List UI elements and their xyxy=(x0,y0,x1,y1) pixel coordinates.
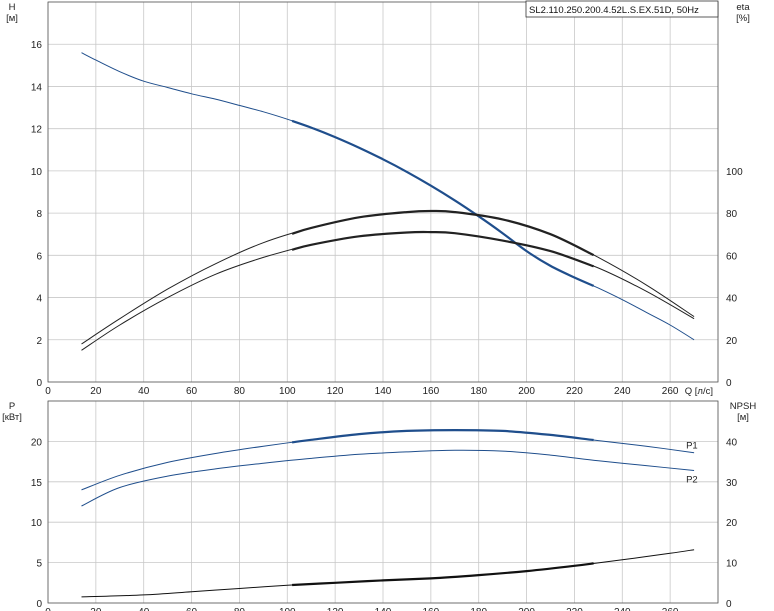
y-left-tick-label: 0 xyxy=(36,378,42,389)
series-bold-P1 xyxy=(291,428,594,444)
x-tick-label: 60 xyxy=(186,607,198,611)
y-right-axis-title: NPSH xyxy=(730,401,757,412)
y-right-axis-unit: [м] xyxy=(737,412,749,423)
series-label-P1: P1 xyxy=(686,441,698,452)
x-tick-label: 80 xyxy=(234,386,246,397)
series-label-P2: P2 xyxy=(686,474,698,485)
y-right-tick-label: 0 xyxy=(726,378,732,389)
x-tick-label: 60 xyxy=(186,386,198,397)
x-tick-label: 140 xyxy=(375,386,392,397)
x-tick-label: 220 xyxy=(566,386,583,397)
y-right-tick-label: 60 xyxy=(726,251,738,262)
x-tick-label: 100 xyxy=(279,607,296,611)
series-bold-NPSH xyxy=(292,562,594,587)
y-left-tick-label: 10 xyxy=(31,167,43,178)
x-tick-label: 0 xyxy=(45,607,51,611)
y-right-tick-label: 10 xyxy=(726,559,738,570)
series-bold-eta-lower xyxy=(291,230,594,268)
y-left-tick-label: 14 xyxy=(31,82,43,93)
x-tick-label: 40 xyxy=(138,607,150,611)
y-left-axis-title: P xyxy=(9,401,15,412)
y-right-tick-label: 40 xyxy=(726,437,738,448)
x-tick-label: 120 xyxy=(327,386,344,397)
y-right-tick-label: 80 xyxy=(726,209,738,220)
y-right-tick-label: 30 xyxy=(726,478,738,489)
y-left-tick-label: 8 xyxy=(36,209,42,220)
x-tick-label: 200 xyxy=(518,386,535,397)
series-bold-H xyxy=(291,119,595,287)
x-tick-label: 20 xyxy=(90,607,102,611)
x-tick-label: 140 xyxy=(375,607,392,611)
pump-curve-figure: 0 20 40 60 80 100 120 140 160 180 200 220 240 260 0 2 4 6… xyxy=(0,0,774,611)
series-line-NPSH xyxy=(81,549,695,598)
y-right-axis-title: eta xyxy=(736,2,750,13)
y-left-tick-label: 20 xyxy=(31,437,43,448)
y-left-axis-unit: [м] xyxy=(6,13,18,24)
x-tick-label: 80 xyxy=(234,607,246,611)
y-left-tick-label: 4 xyxy=(36,294,42,305)
power-npsh-chart: 0204060801001201401601802002202402600510… xyxy=(2,400,757,611)
y-left-axis-title: H xyxy=(9,2,16,13)
y-right-axis-unit: [%] xyxy=(736,13,750,24)
x-tick-label: 180 xyxy=(470,386,487,397)
y-left-tick-label: 15 xyxy=(31,478,43,489)
pump-curve-chart: 0 20 40 60 80 100 120 140 160 180 200 220 240 2600246… xyxy=(2,0,757,611)
series-line-eta-lower xyxy=(81,231,695,351)
y-right-tick-label: 40 xyxy=(726,294,738,305)
x-tick-label: 240 xyxy=(614,607,631,611)
x-tick-label: 120 xyxy=(327,607,344,611)
x-tick-label: 160 xyxy=(423,607,440,611)
y-left-tick-label: 2 xyxy=(36,336,42,347)
x-tick-label: 40 xyxy=(138,386,150,397)
series-line-eta-upper xyxy=(81,210,695,345)
x-tick-label: 260 xyxy=(662,607,679,611)
head-efficiency-chart: 0 20 40 60 80 100 120 140 160 180 200 220 240 2600246… xyxy=(6,1,750,397)
y-left-tick-label: 16 xyxy=(31,40,43,51)
y-left-tick-label: 12 xyxy=(31,125,43,136)
series-line-P1 xyxy=(81,429,695,491)
x-tick-label: 220 xyxy=(566,607,583,611)
x-tick-label: 100 xyxy=(279,386,296,397)
y-left-tick-label: 0 xyxy=(36,599,42,610)
series-line-H xyxy=(81,52,695,341)
x-tick-label: 200 xyxy=(518,607,535,611)
model-label: SL2.110.250.200.4.52L.S.EX.51D, 50Hz xyxy=(529,5,699,16)
y-right-tick-label: 20 xyxy=(726,336,738,347)
x-tick-label: 260 xyxy=(662,386,679,397)
y-left-axis-unit: [кВт] xyxy=(2,412,22,423)
x-tick-label: 20 xyxy=(90,386,102,397)
x-tick-label: 0 xyxy=(45,386,51,397)
x-tick-label: 160 xyxy=(423,386,440,397)
y-left-tick-label: 5 xyxy=(36,559,42,570)
y-right-tick-label: 100 xyxy=(726,167,743,178)
series-line-P2 xyxy=(81,449,695,507)
y-left-tick-label: 6 xyxy=(36,251,42,262)
y-left-tick-label: 10 xyxy=(31,518,43,529)
x-tick-label: 180 xyxy=(470,607,487,611)
y-right-tick-label: 0 xyxy=(726,599,732,610)
x-axis-title: Q [л/с] xyxy=(685,386,713,397)
x-tick-label: 240 xyxy=(614,386,631,397)
y-right-tick-label: 20 xyxy=(726,518,738,529)
